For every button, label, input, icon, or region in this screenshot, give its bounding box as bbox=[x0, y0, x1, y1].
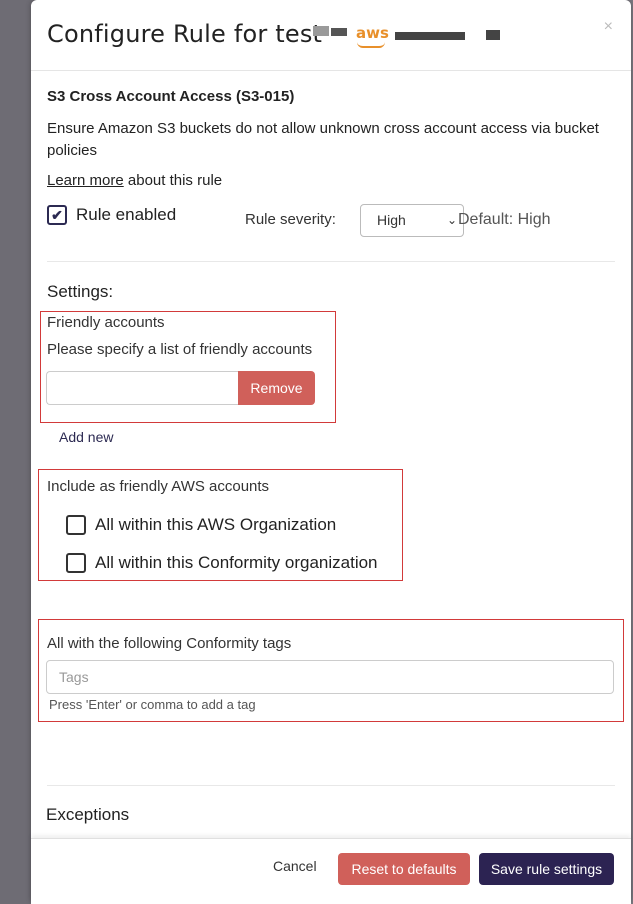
divider bbox=[47, 785, 615, 786]
cancel-button[interactable]: Cancel bbox=[273, 858, 317, 874]
conformity-organization-label: All within this Conformity organization bbox=[95, 553, 378, 572]
tags-input[interactable]: Tags bbox=[46, 660, 614, 694]
aws-organization-checkbox[interactable] bbox=[66, 515, 86, 535]
close-button[interactable]: × bbox=[604, 18, 613, 36]
tags-help-text: Press 'Enter' or comma to add a tag bbox=[49, 697, 256, 712]
tags-title: All with the following Conformity tags bbox=[47, 635, 292, 652]
remove-button[interactable]: Remove bbox=[238, 371, 315, 405]
friendly-accounts-description: Please specify a list of friendly accoun… bbox=[47, 341, 313, 358]
option-aws-organization[interactable]: All within this AWS Organization bbox=[66, 515, 336, 535]
rule-enabled-checkbox[interactable]: ✔ bbox=[47, 205, 67, 225]
divider bbox=[47, 261, 615, 262]
modal-footer: Cancel Reset to defaults Save rule setti… bbox=[31, 838, 631, 904]
learn-more-link[interactable]: Learn more bbox=[47, 172, 124, 189]
exceptions-heading: Exceptions bbox=[46, 805, 130, 824]
include-friendly-title: Include as friendly AWS accounts bbox=[47, 478, 270, 495]
rule-enabled-label: Rule enabled bbox=[76, 205, 177, 224]
rule-enabled-checkbox-row[interactable]: ✔ Rule enabled bbox=[47, 205, 176, 225]
learn-more-row: Learn more about this rule bbox=[47, 172, 222, 189]
friendly-account-input[interactable] bbox=[46, 371, 239, 405]
modal-header: Configure Rule for test aws × bbox=[31, 0, 631, 71]
settings-heading: Settings: bbox=[47, 282, 114, 301]
rule-severity-label: Rule severity: bbox=[245, 211, 336, 228]
conformity-organization-checkbox[interactable] bbox=[66, 553, 86, 573]
rule-severity-value: High bbox=[377, 212, 406, 228]
save-rule-settings-button[interactable]: Save rule settings bbox=[479, 853, 614, 885]
rule-title: S3 Cross Account Access (S3-015) bbox=[47, 88, 295, 105]
redacted-block bbox=[331, 28, 347, 36]
redacted-block bbox=[395, 32, 465, 40]
redacted-block bbox=[313, 26, 329, 36]
chevron-down-icon: ⌄ bbox=[446, 213, 457, 227]
rule-severity-select[interactable]: High ⌄ bbox=[360, 204, 464, 237]
friendly-accounts-title: Friendly accounts bbox=[47, 314, 165, 331]
add-new-link[interactable]: Add new bbox=[59, 429, 113, 445]
aws-logo-smile bbox=[357, 42, 385, 48]
reset-to-defaults-button[interactable]: Reset to defaults bbox=[338, 853, 470, 885]
option-conformity-organization[interactable]: All within this Conformity organization bbox=[66, 553, 378, 573]
learn-more-suffix: about this rule bbox=[123, 172, 223, 189]
aws-organization-label: All within this AWS Organization bbox=[95, 515, 337, 534]
default-severity-label: Default: High bbox=[458, 211, 551, 228]
aws-logo: aws bbox=[356, 24, 389, 42]
redacted-block bbox=[486, 30, 500, 40]
modal-title: Configure Rule for test bbox=[47, 20, 323, 48]
rule-description: Ensure Amazon S3 buckets do not allow un… bbox=[47, 120, 599, 159]
